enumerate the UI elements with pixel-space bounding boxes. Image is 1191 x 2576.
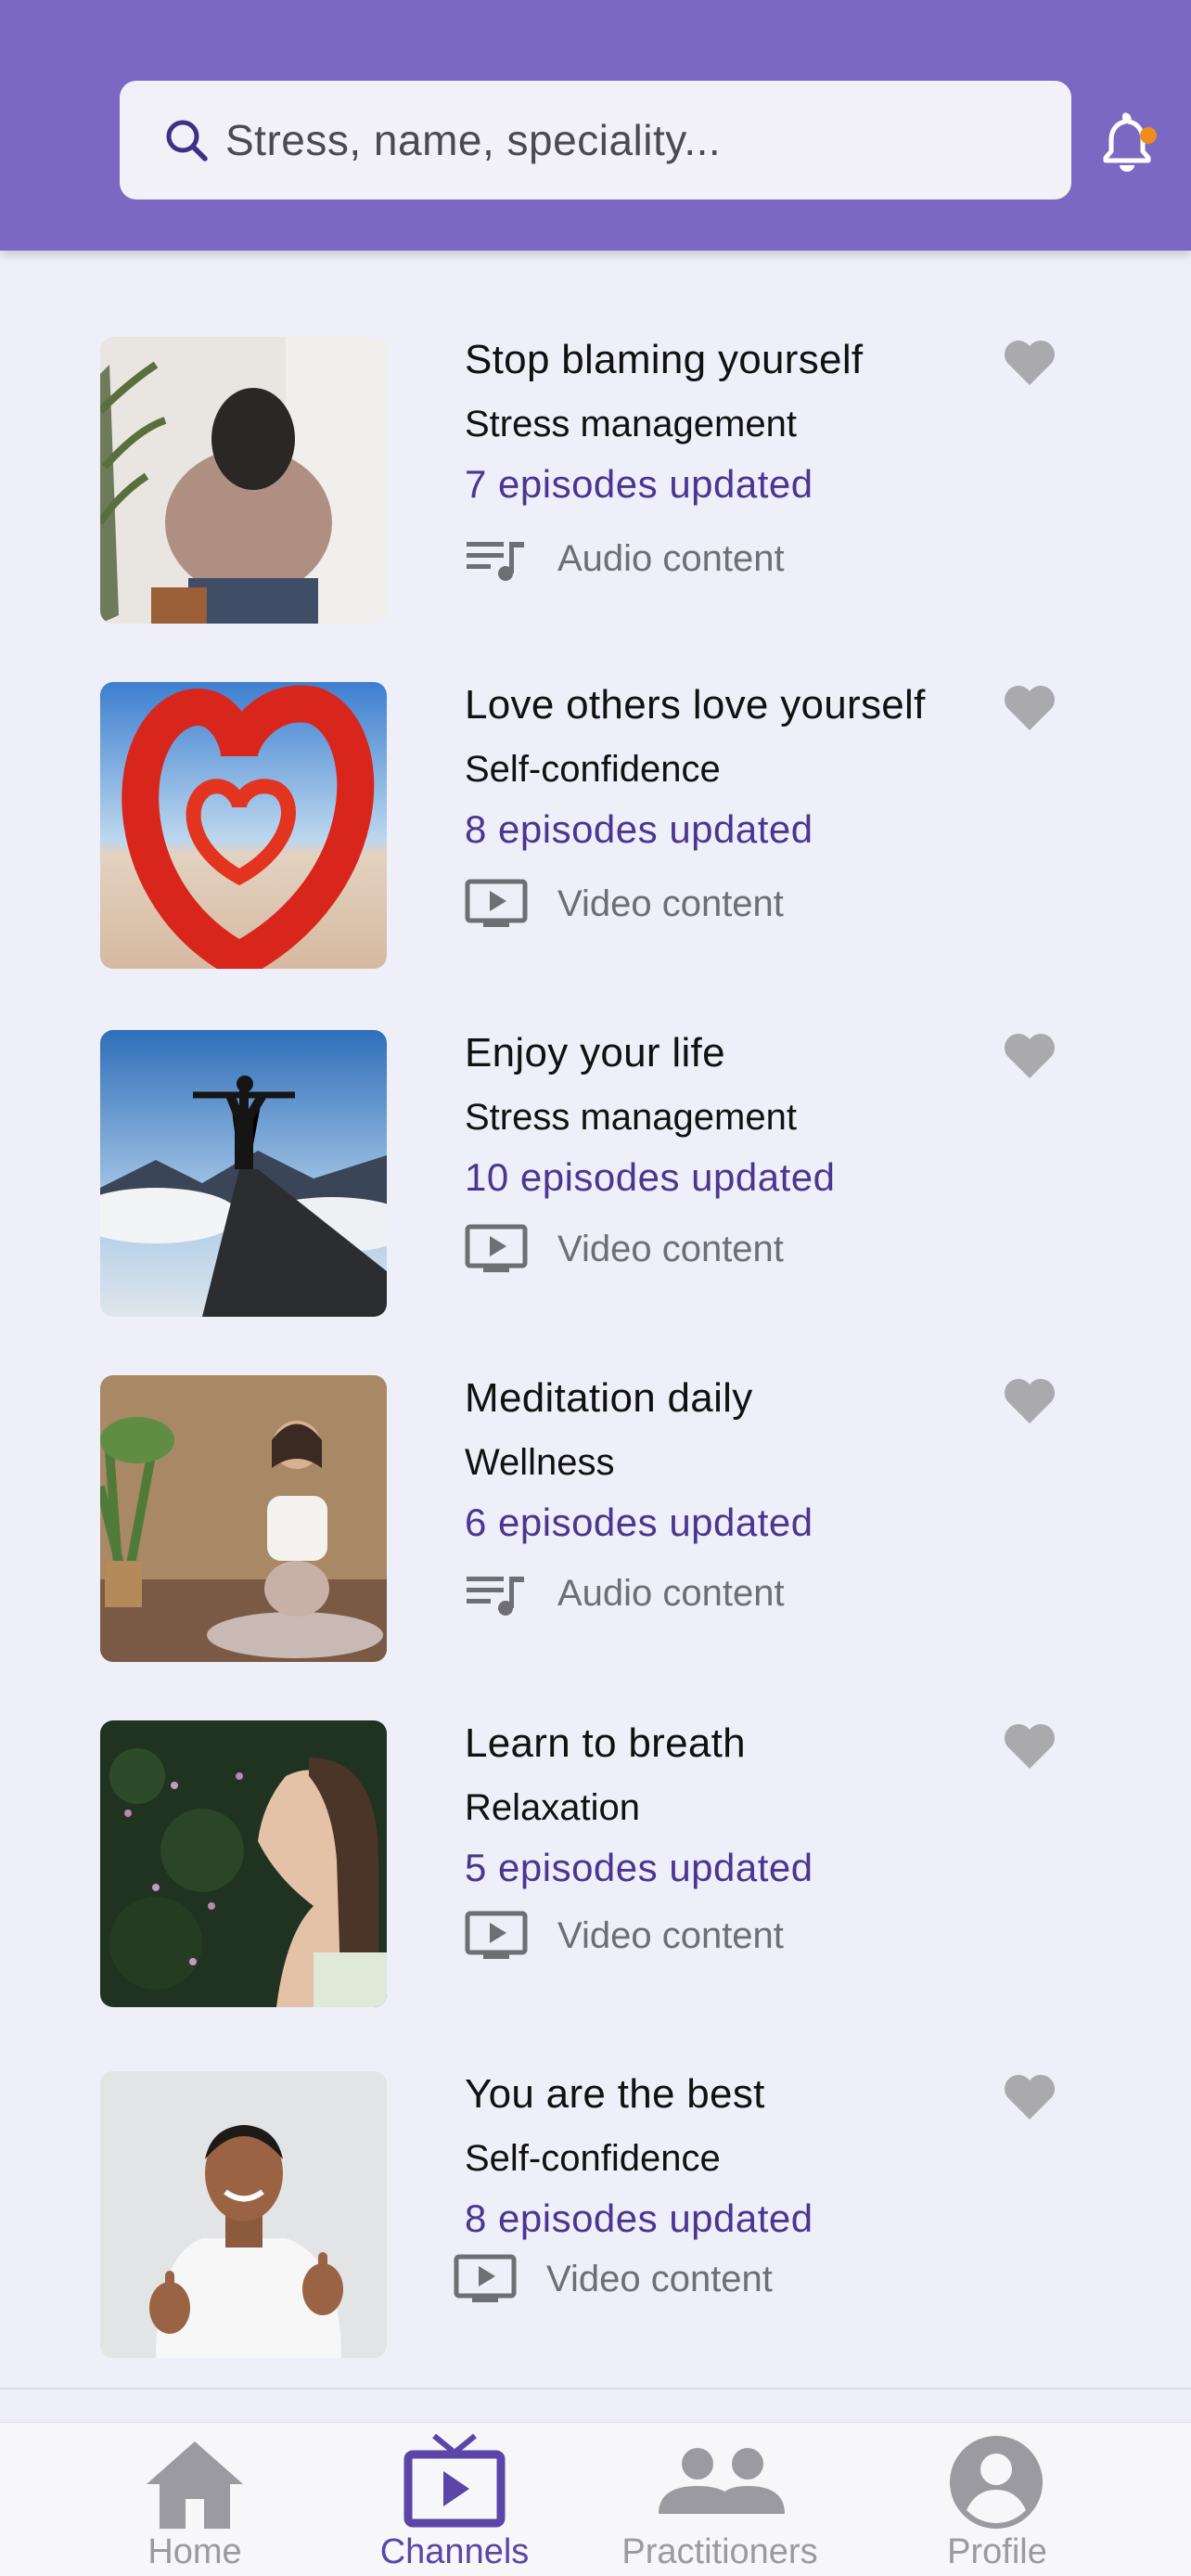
channel-title: Meditation daily — [465, 1375, 753, 1421]
video-play-icon — [465, 1911, 528, 1959]
content-type: Video content — [465, 1221, 784, 1277]
favorite-heart-icon[interactable] — [1002, 1030, 1057, 1082]
notification-dot — [1140, 127, 1157, 144]
tab-label: Practitioners — [621, 2532, 818, 2571]
episodes-count: 10 episodes updated — [465, 1155, 836, 1199]
channel-card[interactable]: Learn to breath Relaxation 5 episodes up… — [0, 1720, 1191, 2008]
list-divider — [0, 2388, 1191, 2389]
tab-home[interactable]: Home — [121, 2423, 269, 2576]
favorite-heart-icon[interactable] — [1002, 2071, 1057, 2123]
video-play-icon — [454, 2254, 517, 2302]
content-type-label: Video content — [546, 2258, 773, 2299]
channel-category: Wellness — [465, 1442, 615, 1483]
content-type-label: Audio content — [557, 1572, 785, 1614]
tv-icon — [403, 2433, 506, 2528]
search-input[interactable]: Stress, name, speciality... — [225, 81, 721, 200]
top-header: Stress, name, speciality... — [0, 0, 1191, 251]
tab-channels[interactable]: Channels — [371, 2423, 538, 2576]
channel-category: Self-confidence — [465, 2138, 721, 2179]
tab-label: Home — [147, 2532, 242, 2571]
channel-card[interactable]: Love others love yourself Self-confidenc… — [0, 682, 1191, 970]
channel-title: Love others love yourself — [465, 682, 926, 728]
tab-profile[interactable]: Profile — [928, 2423, 1067, 2576]
channel-category: Relaxation — [465, 1787, 641, 1828]
channel-title: You are the best — [465, 2071, 765, 2117]
bottom-tab-bar: Home Channels Practitioners Profile — [0, 2422, 1191, 2576]
content-type: Video content — [465, 1908, 784, 1964]
channel-thumbnail[interactable] — [100, 1030, 387, 1317]
content-type: Video content — [465, 876, 784, 932]
episodes-count: 8 episodes updated — [465, 2196, 813, 2240]
content-type: Video content — [454, 2251, 773, 2307]
content-type-label: Video content — [557, 882, 784, 924]
channel-thumbnail[interactable] — [100, 337, 387, 624]
video-play-icon — [465, 879, 528, 927]
channel-title: Enjoy your life — [465, 1030, 725, 1075]
content-type: Audio content — [465, 1565, 785, 1621]
channel-title: Stop blaming yourself — [465, 337, 864, 382]
channel-category: Stress management — [465, 1097, 797, 1138]
episodes-count: 6 episodes updated — [465, 1501, 813, 1544]
episodes-count: 5 episodes updated — [465, 1846, 813, 1889]
channel-category: Stress management — [465, 404, 797, 444]
channel-card[interactable]: Stop blaming yourself Stress management … — [0, 337, 1191, 625]
playlist-audio-icon — [467, 542, 524, 581]
channel-card[interactable]: You are the best Self-confidence 8 episo… — [0, 2071, 1191, 2359]
channel-category: Self-confidence — [465, 749, 721, 790]
search-bar[interactable]: Stress, name, speciality... — [120, 81, 1071, 200]
channel-card[interactable]: Meditation daily Wellness 6 episodes upd… — [0, 1375, 1191, 1663]
channel-card[interactable]: Enjoy your life Stress management 10 epi… — [0, 1030, 1191, 1318]
content-type-label: Video content — [557, 1914, 784, 1956]
profile-icon — [950, 2436, 1043, 2529]
tab-label: Profile — [947, 2532, 1047, 2571]
people-icon — [659, 2448, 785, 2514]
favorite-heart-icon[interactable] — [1002, 1720, 1057, 1772]
favorite-heart-icon[interactable] — [1002, 337, 1057, 389]
favorite-heart-icon[interactable] — [1002, 1375, 1057, 1427]
favorite-heart-icon[interactable] — [1002, 682, 1057, 734]
home-icon — [147, 2441, 243, 2529]
playlist-audio-icon — [467, 1577, 524, 1616]
tab-practitioners[interactable]: Practitioners — [612, 2423, 827, 2576]
notification-bell-icon[interactable] — [1095, 109, 1159, 174]
content-type-label: Video content — [557, 1228, 784, 1269]
channel-thumbnail[interactable] — [100, 1720, 387, 2007]
tab-label: Channels — [379, 2532, 530, 2571]
channel-thumbnail[interactable] — [100, 1375, 387, 1662]
content-type-label: Audio content — [557, 537, 785, 579]
channel-thumbnail[interactable] — [100, 2071, 387, 2358]
video-play-icon — [465, 1224, 528, 1272]
channel-title: Learn to breath — [465, 1720, 746, 1766]
channel-thumbnail[interactable] — [100, 682, 387, 969]
content-type: Audio content — [465, 531, 785, 586]
episodes-count: 8 episodes updated — [465, 807, 813, 851]
search-icon — [166, 120, 208, 161]
episodes-count: 7 episodes updated — [465, 462, 813, 506]
